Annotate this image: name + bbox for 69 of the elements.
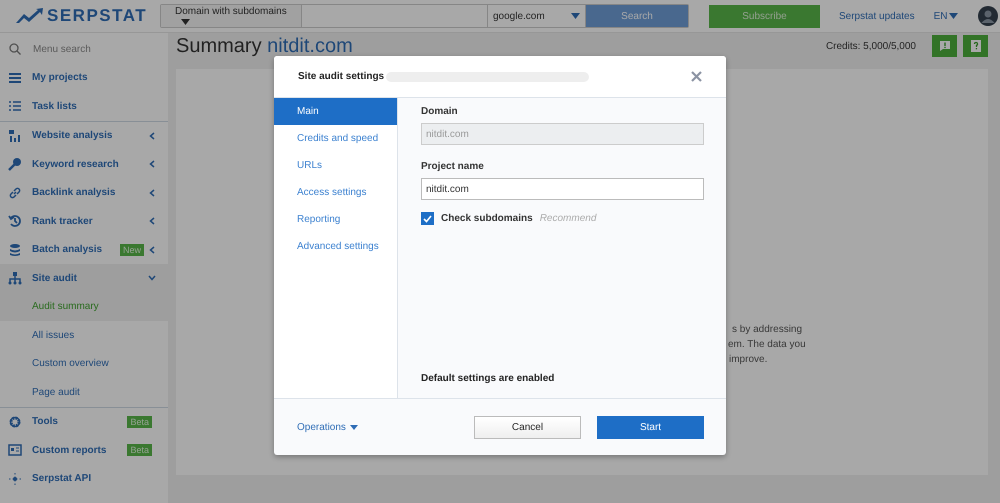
sidebar-item[interactable]: Batch analysis New bbox=[0, 236, 168, 264]
search-icon bbox=[9, 43, 21, 56]
help-button[interactable] bbox=[963, 35, 988, 57]
checkbox-label: Check subdomains bbox=[441, 213, 533, 224]
page-title: Summary bbox=[176, 34, 262, 56]
checkbox[interactable] bbox=[421, 212, 434, 225]
sidebar-item[interactable]: Keyword research bbox=[0, 150, 168, 178]
project-name-field[interactable]: nitdit.com bbox=[421, 178, 704, 200]
sidebar-item[interactable]: My projects bbox=[0, 64, 168, 92]
close-icon[interactable] bbox=[691, 71, 702, 82]
settings-tab[interactable]: Advanced settings bbox=[274, 233, 397, 260]
checklist-icon bbox=[8, 99, 22, 114]
sidebar-item[interactable]: Custom reports Beta bbox=[0, 436, 168, 464]
badge: Beta bbox=[127, 444, 152, 456]
domain-link[interactable]: nitdit.com bbox=[267, 34, 353, 56]
field-label: Project name bbox=[421, 161, 485, 172]
avatar-icon[interactable] bbox=[978, 6, 998, 26]
sidebar-subitem[interactable]: All issues bbox=[0, 321, 168, 350]
settings-tab[interactable]: Access settings bbox=[274, 179, 397, 206]
comment-icon bbox=[938, 40, 950, 52]
settings-tab[interactable]: URLs bbox=[274, 152, 397, 179]
network-icon bbox=[8, 472, 22, 486]
start-button[interactable]: Start bbox=[597, 416, 704, 438]
sidebar-item[interactable]: Backlink analysis bbox=[0, 178, 168, 207]
chevron-icon bbox=[148, 160, 156, 168]
badge: Beta bbox=[127, 416, 152, 428]
sidebar-subitem[interactable]: Page audit bbox=[0, 378, 168, 406]
database-icon bbox=[8, 242, 22, 257]
chevron-icon bbox=[148, 132, 156, 140]
logo-icon bbox=[14, 8, 44, 24]
settings-tab[interactable]: Reporting bbox=[274, 206, 397, 233]
sidebar-item[interactable]: Website analysis bbox=[0, 122, 168, 150]
sidebar-subitem[interactable]: Custom overview bbox=[0, 350, 168, 378]
hierarchy-icon bbox=[8, 271, 22, 286]
caret-icon bbox=[350, 424, 358, 430]
sidebar-subitem[interactable]: Audit summary bbox=[0, 292, 168, 321]
sidebar-item[interactable]: Serpstat API bbox=[0, 464, 168, 493]
key-icon bbox=[8, 157, 22, 172]
sidebar-item[interactable]: Task lists bbox=[0, 92, 168, 120]
link-icon bbox=[8, 186, 22, 200]
status-text: Default settings are enabled bbox=[421, 373, 556, 384]
language-dropdown[interactable]: EN bbox=[934, 10, 958, 22]
chevron-icon bbox=[148, 188, 156, 197]
field-label: Domain bbox=[421, 106, 459, 117]
badge: New bbox=[120, 244, 144, 256]
caret-icon bbox=[948, 13, 958, 19]
settings-tab[interactable]: Main bbox=[274, 98, 397, 125]
logo-text: SERPSTAT bbox=[47, 6, 148, 26]
sidebar-item[interactable]: Site audit bbox=[0, 264, 168, 292]
hint-text: Recommend bbox=[540, 213, 596, 224]
feedback-button[interactable] bbox=[932, 35, 957, 57]
chart-icon bbox=[8, 128, 22, 143]
list-icon bbox=[8, 70, 22, 85]
chevron-icon bbox=[148, 246, 156, 254]
chevron-icon bbox=[148, 217, 156, 226]
operations-dropdown[interactable]: Operations bbox=[297, 422, 358, 432]
gear-icon bbox=[8, 414, 22, 429]
dialog-title: Site audit settings bbox=[298, 71, 384, 82]
cancel-button[interactable]: Cancel bbox=[474, 416, 581, 438]
sidebar-item[interactable]: Rank tracker bbox=[0, 207, 168, 236]
sidebar-item[interactable]: Tools Beta bbox=[0, 408, 168, 436]
credits-text: Credits: 5,000/5,000 bbox=[826, 40, 916, 52]
chevron-icon bbox=[148, 274, 156, 282]
history-icon bbox=[8, 214, 22, 228]
help-book-icon bbox=[970, 39, 982, 53]
menu-search-field[interactable]: Menu search bbox=[33, 44, 91, 55]
report-card-icon bbox=[8, 443, 22, 458]
updates-link[interactable]: Serpstat updates bbox=[839, 10, 915, 22]
settings-tab[interactable]: Credits and speed bbox=[274, 125, 397, 152]
